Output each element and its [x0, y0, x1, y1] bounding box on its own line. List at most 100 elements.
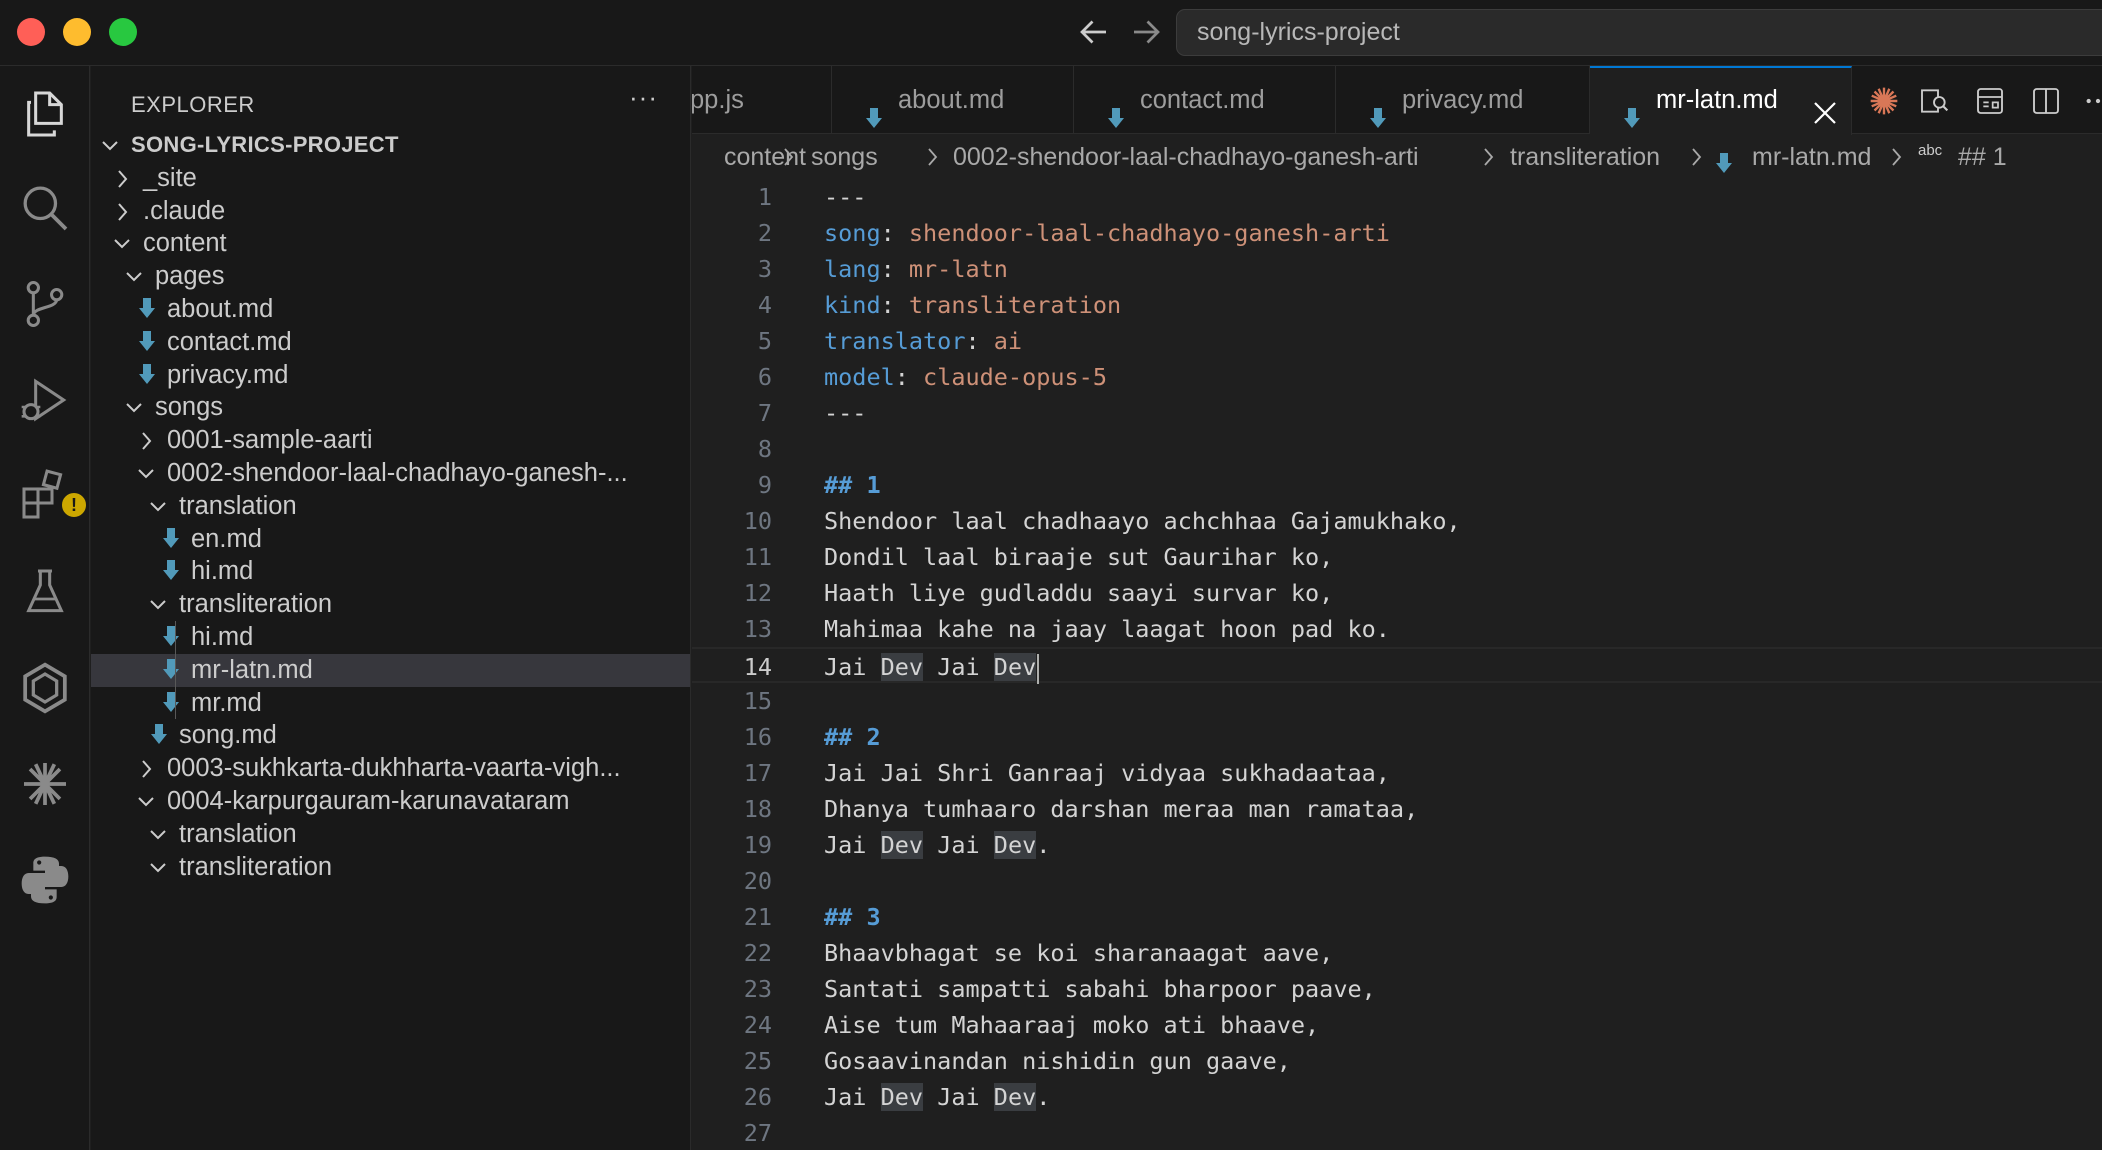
search-icon[interactable] [17, 180, 73, 236]
minimize-window-button[interactable] [63, 18, 91, 46]
tree-folder-item[interactable]: 0001-sample-aarti [91, 424, 690, 457]
tree-twisty[interactable] [111, 162, 133, 190]
tree-folder-item[interactable]: .claude [91, 195, 690, 228]
tree-twisty[interactable] [135, 457, 157, 485]
code-line[interactable]: 6 model: claude-opus-5 [692, 359, 2102, 395]
tree-twisty[interactable] [111, 227, 133, 255]
code-line[interactable]: 19 Jai Dev Jai Dev. [692, 827, 2102, 863]
extensions-icon[interactable]: ! [17, 468, 89, 524]
code-line[interactable]: 10 Shendoor laal chadhaayo achchhaa Gajam… [692, 503, 2102, 539]
tree-file-item[interactable]: song.md [91, 719, 690, 752]
tree-file-item[interactable]: about.md [91, 293, 690, 326]
tree-file-item[interactable]: hi.md [91, 621, 690, 654]
claude-icon[interactable] [1868, 85, 1900, 117]
close-tab-icon[interactable] [1812, 86, 1838, 124]
tree-twisty[interactable] [147, 818, 169, 846]
code-line[interactable]: 23 Santati sampatti sabahi bharpoor paave… [692, 971, 2102, 1007]
command-center-search[interactable]: song-lyrics-project [1176, 9, 2102, 56]
more-actions-button[interactable]: ··· [629, 82, 658, 113]
source-control-icon[interactable] [17, 276, 73, 332]
tree-twisty[interactable] [135, 785, 157, 813]
code-line[interactable]: 12 Haath liye gudladdu saayi survar ko, [692, 575, 2102, 611]
python-icon[interactable] [17, 852, 73, 908]
code-line[interactable]: 26 Jai Dev Jai Dev. [692, 1079, 2102, 1115]
tree-twisty[interactable] [147, 490, 169, 518]
code-line[interactable]: 17 Jai Jai Shri Ganraaj vidyaa sukhadaata… [692, 755, 2102, 791]
code-line[interactable]: 27 [692, 1115, 2102, 1150]
tree-file-item[interactable]: privacy.md [91, 359, 690, 392]
editor-tab[interactable]: about.md [832, 66, 1074, 134]
tree-twisty[interactable] [111, 195, 133, 223]
maximize-window-button[interactable] [109, 18, 137, 46]
breadcrumb-item[interactable]: ## 1 [1958, 135, 2007, 179]
tree-twisty[interactable] [123, 391, 145, 419]
tree-root-folder[interactable]: SONG-LYRICS-PROJECT [91, 129, 690, 162]
editor-tab[interactable]: mr-latn.md [1590, 66, 1852, 135]
line-number: 6 [757, 363, 772, 391]
tree-folder-item[interactable]: 0004-karpurgauram-karunavataram [91, 785, 690, 818]
tree-folder-item[interactable]: 0003-sukhkarta-dukhharta-vaarta-vigh... [91, 752, 690, 785]
breadcrumb-item[interactable]: songs [811, 135, 878, 179]
tree-twisty[interactable] [147, 851, 169, 879]
editor-tab[interactable]: pp.js [692, 66, 832, 134]
run-debug-icon[interactable] [17, 372, 73, 428]
tree-folder-item[interactable]: songs [91, 391, 690, 424]
code-line[interactable]: 9 ## 1 [692, 467, 2102, 503]
code-line[interactable]: 8 [692, 431, 2102, 467]
tree-file-item[interactable]: en.md [91, 523, 690, 556]
more-actions-icon[interactable] [2082, 85, 2102, 117]
breadcrumb-item[interactable]: mr-latn.md [1752, 135, 1871, 179]
code-line[interactable]: 13 Mahimaa kahe na jaay laagat hoon pad k… [692, 611, 2102, 647]
breadcrumb-item[interactable]: transliteration [1510, 135, 1660, 179]
tree-folder-item[interactable]: transliteration [91, 851, 690, 884]
tree-twisty[interactable] [99, 129, 121, 157]
explorer-icon[interactable] [17, 86, 73, 142]
code-line[interactable]: 15 [692, 683, 2102, 719]
code-line[interactable]: 5 translator: ai [692, 323, 2102, 359]
tree-twisty[interactable] [135, 424, 157, 452]
layout-icon[interactable] [1974, 85, 2006, 117]
code-line[interactable]: 25 Gosaavinandan nishidin gun gaave, [692, 1043, 2102, 1079]
tree-file-item[interactable]: contact.md [91, 326, 690, 359]
remote-explorer-icon[interactable] [17, 660, 73, 716]
code-line[interactable]: 24 Aise tum Mahaaraaj moko ati bhaave, [692, 1007, 2102, 1043]
go-forward-button[interactable] [1126, 14, 1166, 50]
tree-folder-item[interactable]: content [91, 227, 690, 260]
tree-twisty[interactable] [135, 752, 157, 780]
breadcrumb-item[interactable]: 0002-shendoor-laal-chadhayo-ganesh-arti [953, 135, 1419, 179]
code-token: --- [824, 183, 867, 211]
editor-tab[interactable]: contact.md [1074, 66, 1336, 134]
tree-folder-item[interactable]: 0002-shendoor-laal-chadhayo-ganesh-... [91, 457, 690, 490]
code-line[interactable]: 7 --- [692, 395, 2102, 431]
editor-tab[interactable]: privacy.md [1336, 66, 1590, 134]
code-line[interactable]: 11 Dondil laal biraaje sut Gaurihar ko, [692, 539, 2102, 575]
tree-folder-item[interactable]: _site [91, 162, 690, 195]
open-preview-icon[interactable] [1918, 85, 1950, 117]
code-line[interactable]: 2 song: shendoor-laal-chadhayo-ganesh-art… [692, 215, 2102, 251]
go-back-button[interactable] [1074, 14, 1114, 50]
code-line[interactable]: 22 Bhaavbhagat se koi sharanaagat aave, [692, 935, 2102, 971]
code-line[interactable]: 16 ## 2 [692, 719, 2102, 755]
code-line[interactable]: 21 ## 3 [692, 899, 2102, 935]
tree-file-item[interactable]: hi.md [91, 555, 690, 588]
claude-icon[interactable] [17, 756, 73, 812]
code-line[interactable]: 4 kind: transliteration [692, 287, 2102, 323]
tree-folder-item[interactable]: translation [91, 818, 690, 851]
code-line[interactable]: 1 --- [692, 179, 2102, 215]
code-line[interactable]: 14 Jai Dev Jai Dev [692, 647, 2102, 684]
code-line[interactable]: 3 lang: mr-latn [692, 251, 2102, 287]
code-line[interactable]: 18 Dhanya tumhaaro darshan meraa man rama… [692, 791, 2102, 827]
testing-icon[interactable] [17, 564, 73, 620]
close-window-button[interactable] [17, 18, 45, 46]
line-number: 8 [757, 435, 772, 463]
tree-folder-item[interactable]: transliteration [91, 588, 690, 621]
code-line[interactable]: 20 [692, 863, 2102, 899]
split-editor-icon[interactable] [2030, 85, 2062, 117]
tree-file-item[interactable]: mr-latn.md [91, 653, 690, 687]
tree-twisty[interactable] [147, 588, 169, 616]
tree-twisty[interactable] [123, 260, 145, 288]
tree-folder-item[interactable]: translation [91, 490, 690, 523]
tree-folder-item[interactable]: pages [91, 260, 690, 293]
markdown-down-arrow-icon [1624, 108, 1640, 128]
tree-file-item[interactable]: mr.md [91, 687, 690, 720]
